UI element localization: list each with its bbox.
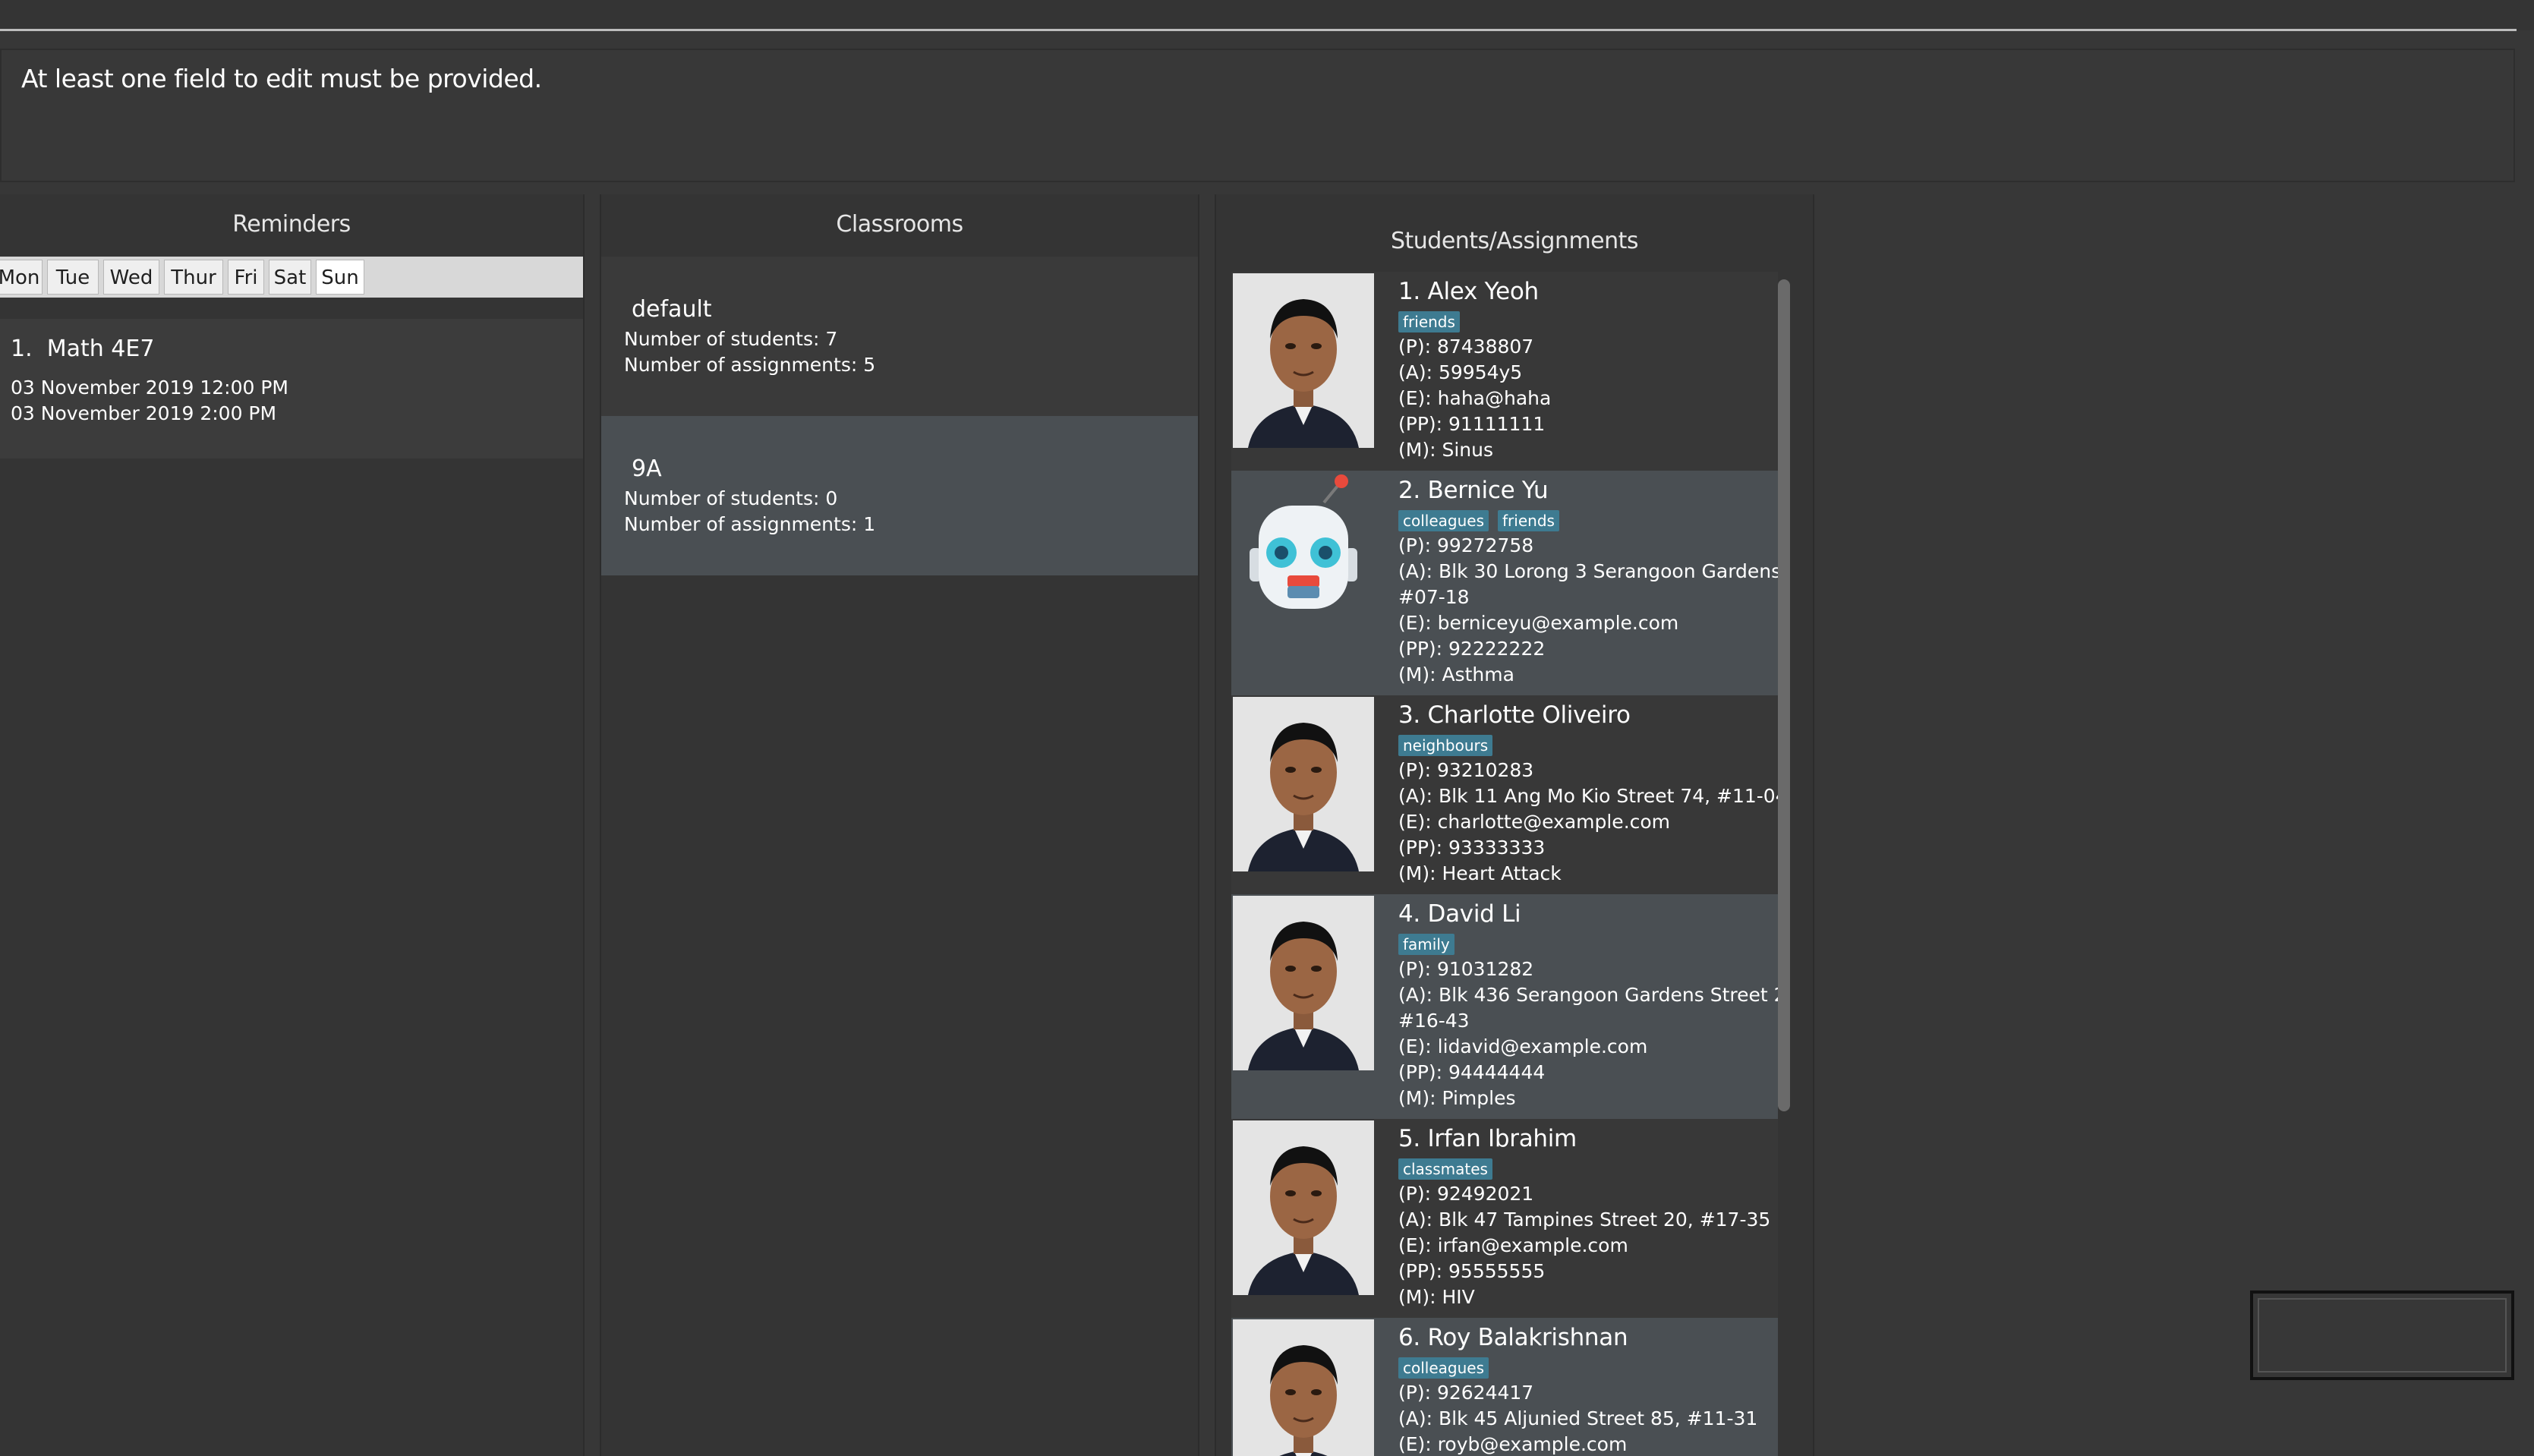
student-parent-phone: (PP): 91111111 bbox=[1398, 413, 1546, 435]
classroom-students: Number of students: 0 bbox=[624, 487, 838, 509]
student-parent-phone: (PP): 92222222 bbox=[1398, 638, 1546, 660]
status-box bbox=[2250, 1291, 2514, 1380]
student-parent-phone: (PP): 93333333 bbox=[1398, 837, 1546, 859]
classroom-assignments: Number of assignments: 1 bbox=[624, 513, 876, 535]
tag-list: classmates bbox=[1398, 1158, 1502, 1181]
student-email: (E): haha@haha bbox=[1398, 387, 1552, 409]
student-address: (A): Blk 47 Tampines Street 20, #17-35 bbox=[1398, 1209, 1771, 1231]
day-tab-bar: Mon Tue Wed Thur Fri Sat Sun bbox=[0, 257, 583, 298]
student-medical: (M): HIV bbox=[1398, 1286, 1475, 1308]
tag-list: friends bbox=[1398, 311, 1469, 334]
tag: friends bbox=[1398, 311, 1460, 332]
student-list-scrollbar[interactable] bbox=[1778, 279, 1790, 1111]
tag: neighbours bbox=[1398, 735, 1493, 756]
tag: friends bbox=[1498, 510, 1559, 531]
student-phone: (P): 91031282 bbox=[1398, 958, 1534, 980]
student-card[interactable]: 5. Irfan Ibrahim classmates (P): 9249202… bbox=[1231, 1119, 1778, 1318]
student-name: 4. David Li bbox=[1398, 900, 1521, 928]
student-medical: (M): Sinus bbox=[1398, 439, 1493, 461]
classroom-name: 9A bbox=[632, 455, 662, 482]
tag: colleagues bbox=[1398, 510, 1489, 531]
student-email: (E): royb@example.com bbox=[1398, 1433, 1628, 1455]
result-message: At least one field to edit must be provi… bbox=[21, 64, 542, 93]
robot-avatar-icon bbox=[1233, 472, 1374, 647]
tab-sun[interactable]: Sun bbox=[316, 260, 364, 295]
student-name: 2. Bernice Yu bbox=[1398, 477, 1549, 504]
tab-sat[interactable]: Sat bbox=[269, 260, 311, 295]
student-phone: (P): 92624417 bbox=[1398, 1382, 1534, 1404]
student-card[interactable]: 1. Alex Yeoh friends (P): 87438807 (A): … bbox=[1231, 272, 1778, 471]
student-list[interactable]: 1. Alex Yeoh friends (P): 87438807 (A): … bbox=[1231, 272, 1778, 1456]
tab-wed[interactable]: Wed bbox=[103, 260, 159, 295]
classroom-assignments: Number of assignments: 5 bbox=[624, 354, 876, 376]
tag-list: family bbox=[1398, 934, 1464, 956]
student-card[interactable]: 3. Charlotte Oliveiro neighbours (P): 93… bbox=[1231, 695, 1778, 894]
student-card[interactable]: 6. Roy Balakrishnan colleagues (P): 9262… bbox=[1231, 1318, 1778, 1456]
tag-list: colleagues friends bbox=[1398, 510, 1568, 533]
tag: family bbox=[1398, 934, 1455, 955]
command-box-underline[interactable] bbox=[0, 29, 2517, 31]
classroom-card[interactable]: default Number of students: 7 Number of … bbox=[601, 257, 1198, 416]
tab-mon[interactable]: Mon bbox=[0, 260, 43, 295]
student-phone: (P): 99272758 bbox=[1398, 534, 1534, 556]
student-medical: (M): Heart Attack bbox=[1398, 862, 1562, 884]
student-email: (E): irfan@example.com bbox=[1398, 1234, 1628, 1256]
student-address: (A): Blk 45 Aljunied Street 85, #11-31 bbox=[1398, 1407, 1758, 1429]
student-photo bbox=[1233, 896, 1374, 1070]
student-parent-phone: (PP): 94444444 bbox=[1398, 1061, 1546, 1083]
student-phone: (P): 93210283 bbox=[1398, 759, 1534, 781]
top-bar bbox=[0, 0, 2534, 30]
students-panel: Students/Assignments 1. Alex Yeoh friend… bbox=[1215, 194, 1814, 1456]
student-photo bbox=[1233, 1319, 1374, 1456]
classrooms-panel: Classrooms default Number of students: 7… bbox=[600, 194, 1199, 1456]
tab-tue[interactable]: Tue bbox=[47, 260, 99, 295]
classroom-name: default bbox=[632, 296, 712, 323]
students-title: Students/Assignments bbox=[1390, 228, 1639, 254]
student-address-cont: #16-43 bbox=[1398, 1010, 1470, 1032]
reminders-panel: Reminders Mon Tue Wed Thur Fri Sat Sun 1… bbox=[0, 194, 585, 1456]
reminder-start: 03 November 2019 12:00 PM bbox=[11, 377, 288, 399]
tab-thur[interactable]: Thur bbox=[164, 260, 223, 295]
result-display: At least one field to edit must be provi… bbox=[0, 49, 2515, 182]
student-address: (A): Blk 30 Lorong 3 Serangoon Gardens, bbox=[1398, 560, 1778, 582]
tag: classmates bbox=[1398, 1158, 1492, 1180]
student-name: 5. Irfan Ibrahim bbox=[1398, 1125, 1577, 1152]
classroom-card[interactable]: 9A Number of students: 0 Number of assig… bbox=[601, 416, 1198, 575]
status-box-inner bbox=[2258, 1298, 2507, 1372]
classrooms-title: Classrooms bbox=[836, 211, 963, 238]
student-photo bbox=[1233, 273, 1374, 448]
reminder-title: 1. Math 4E7 bbox=[11, 336, 155, 362]
student-email: (E): lidavid@example.com bbox=[1398, 1035, 1648, 1057]
reminders-title: Reminders bbox=[232, 211, 351, 238]
student-card[interactable]: 4. David Li family (P): 91031282 (A): Bl… bbox=[1231, 894, 1778, 1119]
tag-list: colleagues bbox=[1398, 1357, 1498, 1380]
student-phone: (P): 92492021 bbox=[1398, 1183, 1534, 1205]
student-address: (A): Blk 436 Serangoon Gardens Street 26… bbox=[1398, 984, 1778, 1006]
classroom-students: Number of students: 7 bbox=[624, 328, 838, 350]
student-phone: (P): 87438807 bbox=[1398, 336, 1534, 358]
tag: colleagues bbox=[1398, 1357, 1489, 1379]
student-name: 3. Charlotte Oliveiro bbox=[1398, 701, 1631, 729]
student-email: (E): berniceyu@example.com bbox=[1398, 612, 1679, 634]
tab-fri[interactable]: Fri bbox=[228, 260, 264, 295]
student-photo bbox=[1233, 697, 1374, 871]
student-parent-phone: (PP): 95555555 bbox=[1398, 1260, 1546, 1282]
reminder-end: 03 November 2019 2:00 PM bbox=[11, 402, 277, 424]
student-photo bbox=[1233, 1120, 1374, 1295]
reminder-item[interactable]: 1. Math 4E7 03 November 2019 12:00 PM 03… bbox=[0, 319, 583, 459]
student-name: 1. Alex Yeoh bbox=[1398, 278, 1539, 305]
student-address-cont: #07-18 bbox=[1398, 586, 1470, 608]
student-address: (A): Blk 11 Ang Mo Kio Street 74, #11-04 bbox=[1398, 785, 1778, 807]
student-medical: (M): Pimples bbox=[1398, 1087, 1516, 1109]
student-medical: (M): Asthma bbox=[1398, 663, 1514, 685]
student-email: (E): charlotte@example.com bbox=[1398, 811, 1671, 833]
student-card[interactable]: 2. Bernice Yu colleagues friends (P): 992… bbox=[1231, 471, 1778, 695]
tag-list: neighbours bbox=[1398, 735, 1502, 758]
student-address: (A): 59954y5 bbox=[1398, 361, 1523, 383]
student-name: 6. Roy Balakrishnan bbox=[1398, 1324, 1628, 1351]
